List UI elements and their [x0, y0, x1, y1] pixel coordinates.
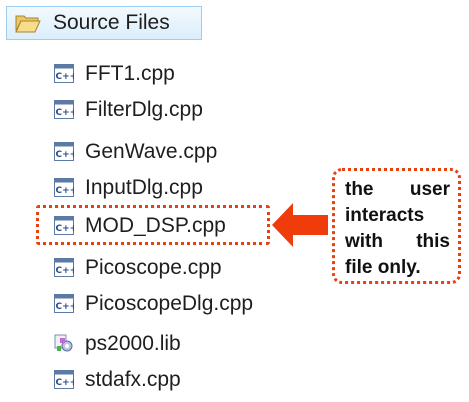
file-label: FilterDlg.cpp	[85, 98, 203, 121]
svg-text:C++: C++	[56, 266, 75, 276]
file-label: GenWave.cpp	[85, 140, 218, 163]
cpp-file-icon: C++	[54, 100, 74, 119]
svg-text:C++: C++	[56, 108, 75, 118]
file-label: ps2000.lib	[85, 332, 181, 355]
cpp-file-icon: C++	[54, 142, 74, 161]
left-arrow-icon	[272, 203, 328, 247]
file-item-stdafx[interactable]: C++ stdafx.cpp	[54, 366, 274, 396]
file-item-fft1[interactable]: C++ FFT1.cpp	[54, 60, 274, 90]
svg-text:C++: C++	[56, 378, 75, 388]
lib-file-icon	[54, 334, 73, 352]
mod-dsp-highlight-box	[36, 205, 270, 245]
folder-label: Source Files	[53, 11, 170, 34]
file-item-ps2000-lib[interactable]: ps2000.lib	[54, 330, 274, 360]
source-files-folder[interactable]: Source Files	[6, 6, 202, 40]
svg-text:C++: C++	[56, 186, 75, 196]
file-item-picoscopedlg[interactable]: C++ PicoscopeDlg.cpp	[54, 290, 274, 320]
annotation-line-4: file only.	[345, 257, 421, 278]
svg-text:C++: C++	[56, 302, 75, 312]
annotation-callout: the user interacts with this file only.	[332, 168, 461, 284]
svg-text:C++: C++	[56, 72, 75, 82]
file-label: PicoscopeDlg.cpp	[85, 292, 254, 315]
file-item-filterdlg[interactable]: C++ FilterDlg.cpp	[54, 96, 274, 126]
file-item-inputdlg[interactable]: C++ InputDlg.cpp	[54, 174, 274, 204]
file-label: InputDlg.cpp	[85, 176, 203, 199]
cpp-file-icon: C++	[54, 258, 74, 277]
annotation-line-2: interacts	[345, 205, 425, 226]
cpp-file-icon: C++	[54, 294, 74, 313]
file-label: Picoscope.cpp	[85, 256, 222, 279]
cpp-file-icon: C++	[54, 370, 74, 389]
annotation-line-3: with this	[345, 231, 450, 252]
file-label: stdafx.cpp	[85, 368, 181, 391]
svg-text:C++: C++	[56, 150, 75, 160]
cpp-file-icon: C++	[54, 64, 74, 83]
file-item-genwave[interactable]: C++ GenWave.cpp	[54, 138, 274, 168]
cpp-file-icon: C++	[54, 178, 74, 197]
file-item-picoscope[interactable]: C++ Picoscope.cpp	[54, 254, 274, 284]
open-folder-icon	[15, 15, 41, 33]
file-label: FFT1.cpp	[85, 62, 175, 85]
annotation-line-1: the user	[345, 179, 450, 200]
